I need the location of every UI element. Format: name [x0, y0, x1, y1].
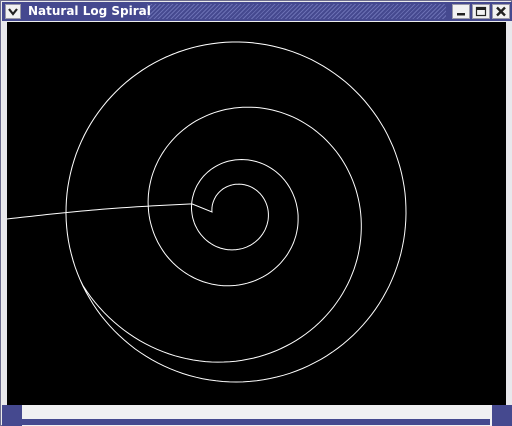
drawing-canvas	[6, 22, 506, 405]
minimize-icon	[457, 13, 465, 16]
resize-grip-left[interactable]	[2, 405, 22, 426]
chevron-down-icon	[8, 8, 18, 16]
bottom-resize-edge[interactable]	[22, 419, 490, 425]
close-icon	[496, 6, 506, 17]
window-menu-button[interactable]	[5, 4, 21, 19]
maximize-icon	[475, 6, 487, 17]
maximize-button[interactable]	[472, 4, 490, 19]
resize-grip-right[interactable]	[492, 405, 512, 426]
title-bar-pattern	[147, 4, 446, 19]
close-button[interactable]	[492, 4, 510, 19]
minimize-button[interactable]	[452, 4, 470, 19]
window-title: Natural Log Spiral	[28, 4, 151, 18]
log-spiral-curve	[6, 41, 407, 383]
spiral-drawing	[6, 41, 407, 383]
app-window: Natural Log Spiral	[0, 0, 512, 426]
title-bar[interactable]: Natural Log Spiral	[2, 2, 512, 21]
window-frame-right	[506, 21, 512, 406]
